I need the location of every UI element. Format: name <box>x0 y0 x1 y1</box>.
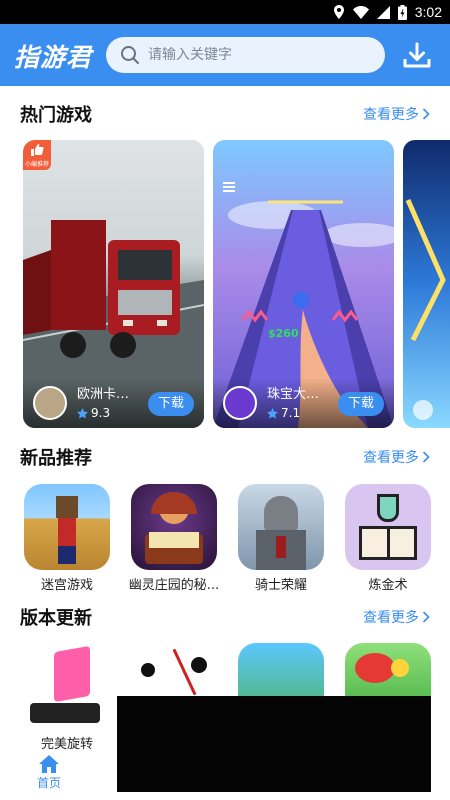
app-name: 幽灵庄园的秘... <box>128 578 220 593</box>
view-more-link[interactable]: 查看更多 <box>363 447 430 467</box>
battery-icon <box>397 4 407 20</box>
view-more-link[interactable]: 查看更多 <box>363 607 430 627</box>
view-more-label: 查看更多 <box>363 450 419 466</box>
nav-home-label: 首页 <box>36 776 61 790</box>
hot-game-card[interactable]: $260 珠宝大赢家 7.1 下载 <box>213 140 394 428</box>
view-more-label: 查看更多 <box>363 107 419 123</box>
app-logo: 指游君 <box>14 43 93 72</box>
app-icon <box>238 484 324 570</box>
search-bar[interactable] <box>106 37 385 73</box>
game-rating: 7.1 <box>267 406 300 420</box>
status-bar: 3:02 <box>0 0 450 24</box>
download-icon[interactable] <box>402 41 432 71</box>
app-item[interactable]: 迷宫游戏 <box>17 484 117 593</box>
game-rating: 9.3 <box>77 406 110 420</box>
chevron-right-icon <box>422 611 430 623</box>
location-icon <box>333 5 344 19</box>
app-name: 完美旋转 <box>40 737 93 752</box>
section-new-header: 新品推荐 查看更多 <box>0 441 450 471</box>
app-item[interactable]: 骑士荣耀 <box>231 484 331 593</box>
section-title: 新品推荐 <box>20 448 92 469</box>
app-icon <box>131 484 217 570</box>
game-thumbnail <box>223 386 257 420</box>
search-input[interactable] <box>148 47 368 63</box>
section-title: 热门游戏 <box>20 105 92 126</box>
view-more-label: 查看更多 <box>363 610 419 626</box>
hot-game-card[interactable] <box>403 140 450 428</box>
download-button[interactable]: 下载 <box>338 392 384 416</box>
hot-game-card[interactable]: 小编推荐 欧洲卡车... 9.3 下载 <box>23 140 204 428</box>
app-name: 炼金术 <box>368 578 408 593</box>
app-icon <box>345 484 431 570</box>
game-name: 珠宝大赢家 <box>267 387 331 402</box>
section-update-header: 版本更新 查看更多 <box>0 601 450 631</box>
app-item[interactable]: 炼金术 <box>338 484 438 593</box>
new-apps-row: 迷宫游戏 幽灵庄园的秘... 骑士荣耀 炼金术 <box>0 484 450 594</box>
rating-value: 9.3 <box>91 406 111 420</box>
thumbs-up-icon <box>31 144 44 156</box>
wifi-icon <box>352 5 369 19</box>
download-button[interactable]: 下载 <box>148 392 194 416</box>
game-art <box>405 198 446 420</box>
star-icon <box>77 407 88 419</box>
nav-home[interactable]: 首页 <box>28 752 70 791</box>
signal-icon <box>376 5 390 19</box>
search-icon <box>121 46 139 64</box>
app-name: 骑士荣耀 <box>254 578 307 593</box>
app-name: 迷宫游戏 <box>40 578 93 593</box>
card-info: 欧洲卡车... 9.3 下载 <box>23 378 204 428</box>
status-time: 3:02 <box>414 4 442 20</box>
app-item[interactable]: 完美旋转 <box>17 643 117 752</box>
star-icon <box>267 407 278 419</box>
chevron-right-icon <box>422 108 430 120</box>
price-tag: $260 <box>268 327 299 340</box>
chevron-right-icon <box>422 451 430 463</box>
home-icon <box>39 755 59 773</box>
app-item[interactable]: 幽灵庄园的秘... <box>124 484 224 593</box>
app-header: 指游君 <box>0 24 450 86</box>
bottom-nav: 首页 <box>0 752 110 800</box>
game-thumbnail <box>33 386 67 420</box>
rating-value: 7.1 <box>281 406 301 420</box>
app-icon <box>24 643 110 729</box>
hot-games-list[interactable]: 小编推荐 欧洲卡车... 9.3 下载 $260 珠宝大赢家 7.1 下载 <box>0 140 450 430</box>
section-hot-header: 热门游戏 查看更多 <box>0 98 450 128</box>
view-more-link[interactable]: 查看更多 <box>363 104 430 124</box>
app-icon <box>24 484 110 570</box>
editor-pick-badge: 小编推荐 <box>23 140 51 170</box>
watermark-logo <box>117 696 431 792</box>
card-info: 珠宝大赢家 7.1 下载 <box>213 378 394 428</box>
badge-label: 小编推荐 <box>24 161 49 168</box>
section-title: 版本更新 <box>20 608 92 629</box>
game-name: 欧洲卡车... <box>77 387 141 402</box>
watermark-logo <box>117 696 431 792</box>
